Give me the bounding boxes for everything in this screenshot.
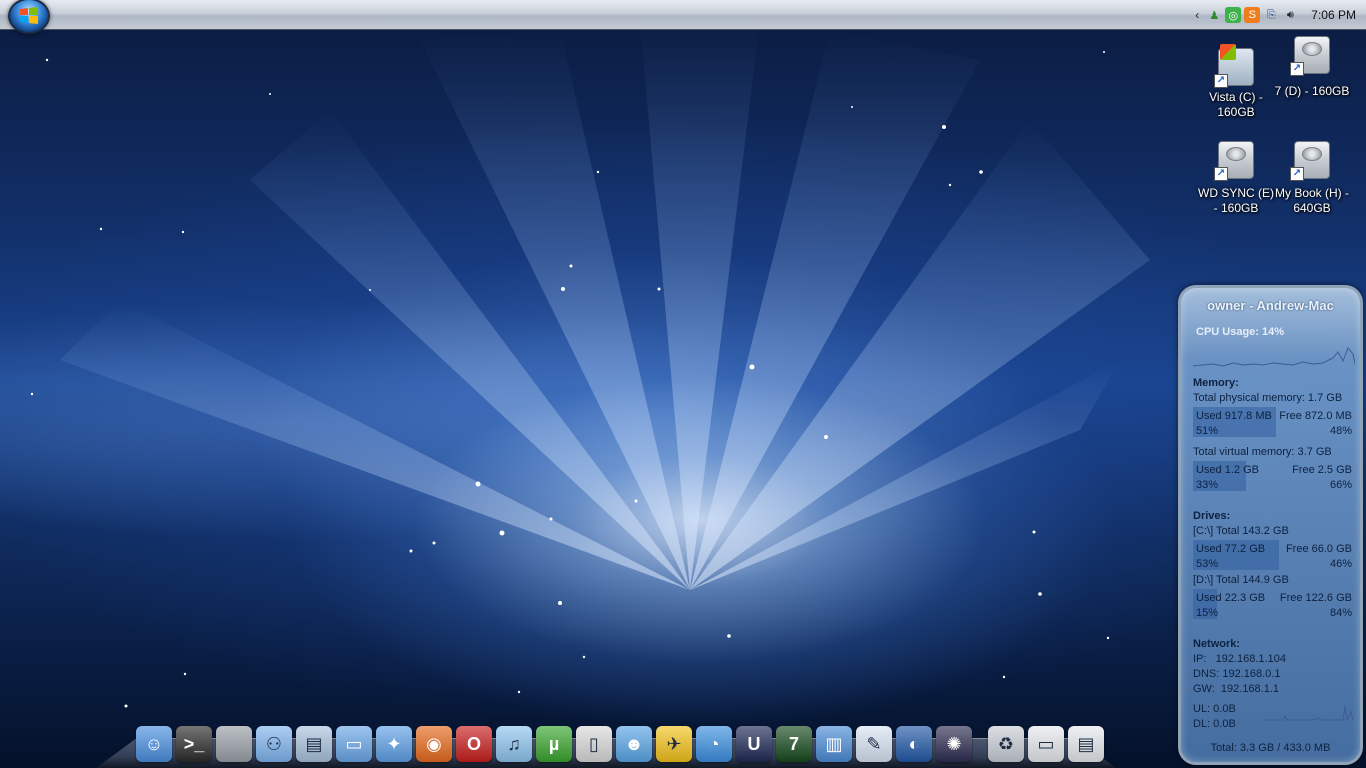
desktop-icon-wd-sync-e[interactable]: ↗ WD SYNC (E) - 160GB [1196,135,1276,216]
drive-d-bar: Used 22.3 GB 15% Free 122.6 GB 84% [1193,589,1355,619]
drive-c-free: Free 66.0 GB [1285,543,1352,555]
network-gw: GW: 192.168.1.1 [1193,683,1280,695]
spotify-icon[interactable]: ◎ [1225,7,1242,23]
drive-icon: ↗ [1290,30,1334,76]
aim-icon[interactable]: ✈ [656,726,692,762]
drive-d-free-pct: 84% [1329,607,1352,619]
wallpaper-rays [30,20,1150,708]
utorrent-icon[interactable]: µ [536,726,572,762]
shortcut-arrow-icon: ↗ [1214,74,1228,88]
drive-d-free: Free 122.6 GB [1279,592,1352,604]
desktop-icon-7-d[interactable]: ↗ 7 (D) - 160GB [1272,30,1352,99]
virtual-free-pct: 66% [1329,479,1352,491]
folder-icon[interactable]: ▭ [336,726,372,762]
unreal-tournament-icon[interactable]: U [736,726,772,762]
network-dns: DNS: 192.168.0.1 [1193,668,1281,680]
skype-icon[interactable]: S [1244,7,1261,23]
terminal-icon[interactable]: >_ [176,726,212,762]
network-heading: Network: [1193,638,1241,650]
messenger-icon[interactable]: ☻ [616,726,652,762]
finder-icon[interactable]: ☺ [136,726,172,762]
physical-free-pct: 48% [1329,425,1352,437]
physical-free: Free 872.0 MB [1279,410,1352,422]
desktop-icon-label: 7 (D) - 160GB [1274,84,1350,98]
shortcut-arrow-icon: ↗ [1214,167,1228,181]
trash-icon[interactable]: ♻ [988,726,1024,762]
volume-icon[interactable]: 🔊︎ [1282,7,1298,23]
system-monitor-gadget[interactable]: owner - Andrew-Mac CPU Usage: 14% Memory… [1178,285,1363,765]
desktop-icon-my-book-h[interactable]: ↗ My Book (H) - 640GB [1272,135,1352,216]
taskbar: ‹ ♟ ◎ S ⎘ 🔊︎ 7:06 PM [0,0,1366,34]
chevron-left-icon[interactable]: ‹ [1191,8,1203,22]
window-thumbnail-icon[interactable]: ▭ [1028,726,1064,762]
firefox-icon[interactable]: ◉ [416,726,452,762]
drive-c-total: [C:\] Total 143.2 GB [1193,525,1289,537]
physical-used-pct: 51% [1196,425,1219,437]
cpu-graph [1193,347,1355,367]
google-earth-icon[interactable]: ◐ [896,726,932,762]
desktop-icon-label: Vista (C) - 160GB [1209,90,1263,119]
network-graph [1263,705,1353,722]
virtual-free: Free 2.5 GB [1292,464,1352,476]
clock[interactable]: 7:06 PM [1311,8,1356,22]
physical-memory-bar: Used 917.8 MB 51% Free 872.0 MB 48% [1193,407,1355,437]
blender-icon[interactable]: ✺ [936,726,972,762]
drive-c-free-pct: 46% [1329,558,1352,570]
users-icon[interactable]: ♟ [1206,7,1222,23]
memory-heading: Memory: [1193,377,1239,389]
drive-icon: ↗ [1214,42,1258,88]
drive-d-total: [D:\] Total 144.9 GB [1193,574,1289,586]
shortcut-arrow-icon: ↗ [1290,167,1304,181]
network-download: DL: 0.0B [1193,718,1236,730]
system-preferences-icon[interactable] [216,726,252,762]
safari-icon[interactable]: ✦ [376,726,412,762]
gadget-title: owner - Andrew-Mac [1207,298,1334,313]
drive-icon: ↗ [1290,135,1334,181]
physical-used: Used 917.8 MB [1196,410,1272,422]
system-tray: ‹ ♟ ◎ S ⎘ 🔊︎ 7:06 PM [1191,0,1366,30]
virtual-used: Used 1.2 GB [1196,464,1259,476]
drive-d-used-pct: 15% [1196,607,1219,619]
virtual-used-pct: 33% [1196,479,1219,491]
file-folder-icon[interactable]: ▥ [816,726,852,762]
drive-c-used-pct: 53% [1196,558,1219,570]
opera-icon[interactable]: O [456,726,492,762]
desktop-icon-label: WD SYNC (E) - 160GB [1198,186,1274,215]
itunes-icon[interactable]: ♫ [496,726,532,762]
network-people-icon[interactable]: ⚇ [256,726,292,762]
cpu-usage: CPU Usage: 14% [1196,326,1285,338]
physical-memory-total: Total physical memory: 1.7 GB [1193,392,1343,404]
documents-folder-icon[interactable]: ▤ [296,726,332,762]
network-upload: UL: 0.0B [1193,703,1236,715]
drive-c-used: Used 77.2 GB [1196,543,1266,555]
virtual-memory-bar: Used 1.2 GB 33% Free 2.5 GB 66% [1193,461,1355,491]
shortcut-arrow-icon: ↗ [1290,62,1304,76]
start-button[interactable] [8,0,50,34]
network-ip: IP: 192.168.1.104 [1193,653,1286,665]
skype-icon[interactable]: ◔ [696,726,732,762]
fallout-icon[interactable]: 7 [776,726,812,762]
drives-heading: Drives: [1193,510,1231,522]
network-total: Total: 3.3 GB / 433.0 MB [1210,742,1331,754]
drive-icon: ↗ [1214,135,1258,181]
windows-logo-icon [20,7,38,24]
virtual-memory-total: Total virtual memory: 3.7 GB [1193,446,1332,458]
ipod-icon[interactable]: ▯ [576,726,612,762]
network-icon[interactable]: ⎘ [1263,7,1279,23]
desktop-icon-label: My Book (H) - 640GB [1274,186,1349,215]
dock: ☺ >_ ⚇ ▤ ▭ ✦ ◉ O ♫ µ ▯ ☻ ✈ ◔ U 7 ▥ ✎ ◐ ✺ ♻ ▭ ▤ [136,718,1104,762]
drive-c-bar: Used 77.2 GB 53% Free 66.0 GB 46% [1193,540,1355,570]
preview-icon[interactable]: ✎ [856,726,892,762]
drive-d-used: Used 22.3 GB [1196,592,1266,604]
desktop-icon-vista-c[interactable]: ↗ Vista (C) - 160GB [1196,42,1276,120]
window-thumbnail-icon[interactable]: ▤ [1068,726,1104,762]
